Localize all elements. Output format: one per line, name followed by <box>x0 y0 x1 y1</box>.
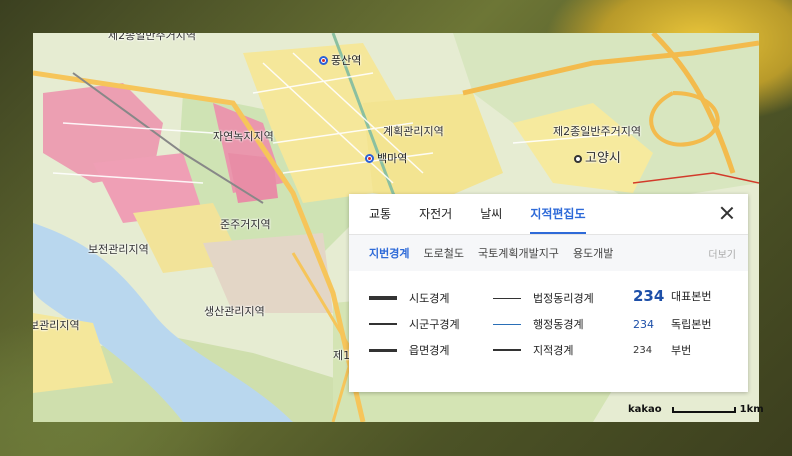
legend-item: 행정동경계 <box>493 316 584 332</box>
boundary-line-icon <box>369 323 397 325</box>
zone-label: 계획관리지역 <box>383 125 444 138</box>
zone-label: 보관리지역 <box>33 319 80 332</box>
legend-item: 시도경계 <box>369 290 449 306</box>
subtab-use-development[interactable]: 용도개발 <box>573 245 613 261</box>
scale-distance: 1km <box>739 404 764 415</box>
panel-subtabs: 지번경계 도로철도 국토계획개발지구 용도개발 더보기 <box>349 235 748 271</box>
zone-label: 보전관리지역 <box>88 243 149 256</box>
scale-bar <box>671 406 736 413</box>
legend-item: 234 대표본번 <box>633 287 712 305</box>
zone-label: 자연녹지지역 <box>213 130 274 143</box>
zone-label: 제2종일반주거지역 <box>108 33 196 42</box>
layer-panel: 교통 자전거 날씨 지적편집도 지번경계 도로철도 국토계획개발지구 용도개발 … <box>349 194 748 392</box>
legend-item: 234 부번 <box>633 344 692 357</box>
subtab-lot-boundary[interactable]: 지번경계 <box>369 245 409 261</box>
map-scale: kakao 1km <box>628 404 764 415</box>
tab-weather[interactable]: 날씨 <box>480 194 502 234</box>
more-button[interactable]: 더보기 <box>708 246 736 261</box>
subway-icon <box>365 153 374 163</box>
subway-icon <box>319 55 328 65</box>
boundary-line-icon <box>493 349 521 351</box>
legend-item: 법정동리경계 <box>493 290 594 306</box>
subtab-land-planning[interactable]: 국토계획개발지구 <box>478 245 559 261</box>
tab-cadastral-map[interactable]: 지적편집도 <box>530 194 586 234</box>
legend-item: 지적경계 <box>493 342 573 358</box>
city-label[interactable]: 고양시 <box>574 147 621 166</box>
legend-item: 234 독립본번 <box>633 317 712 332</box>
city-marker-icon <box>574 154 582 163</box>
legend-item: 읍면경계 <box>369 342 449 358</box>
boundary-line-icon <box>493 323 521 325</box>
subtab-road-rail[interactable]: 도로철도 <box>423 245 463 261</box>
boundary-line-icon <box>369 296 397 300</box>
legend-item: 시군구경계 <box>369 316 460 332</box>
zone-label: 제1 <box>333 349 351 362</box>
panel-tabs: 교통 자전거 날씨 지적편집도 <box>349 194 748 235</box>
tab-traffic[interactable]: 교통 <box>369 194 391 234</box>
zone-label: 생산관리지역 <box>204 305 265 318</box>
boundary-line-icon <box>369 348 397 352</box>
kakao-logo: kakao <box>628 404 662 415</box>
station-baengma[interactable]: 백마역 <box>365 150 407 166</box>
zone-label: 제2종일반주거지역 <box>553 125 641 138</box>
close-icon[interactable] <box>720 206 734 220</box>
boundary-line-icon <box>493 297 521 299</box>
tab-bicycle[interactable]: 자전거 <box>419 194 452 234</box>
zone-label: 준주거지역 <box>220 218 271 231</box>
station-pungsan[interactable]: 풍산역 <box>319 52 361 68</box>
